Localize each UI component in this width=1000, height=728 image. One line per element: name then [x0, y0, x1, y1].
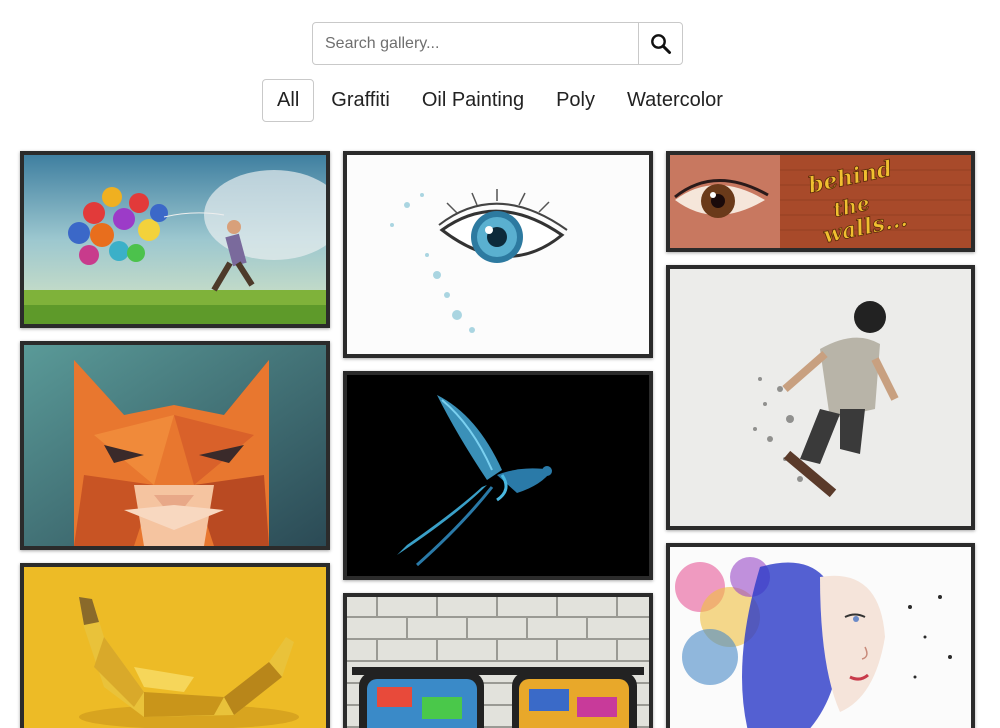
search-bar [312, 22, 683, 65]
filter-poly[interactable]: Poly [541, 79, 610, 122]
search-input[interactable] [313, 23, 638, 64]
gallery-image-skateboarder[interactable] [666, 265, 975, 530]
gallery-image-watercolor-woman[interactable] [666, 543, 975, 728]
gallery-image-poly-banana[interactable] [20, 563, 330, 728]
gallery-image-watercolor-eye[interactable] [343, 151, 653, 358]
filter-all[interactable]: All [262, 79, 315, 122]
gallery-image-poly-cat[interactable] [20, 341, 330, 550]
filter-graffiti[interactable]: Graffiti [316, 79, 405, 122]
filter-oil-painting[interactable]: Oil Painting [406, 79, 540, 122]
gallery-image-balloons[interactable] [20, 151, 330, 328]
filter-bar: All Graffiti Oil Painting Poly Watercolo… [0, 79, 1000, 122]
gallery-image-graffiti-eye[interactable]: behind the walls... [666, 151, 975, 252]
gallery-image-blue-bird[interactable] [343, 371, 653, 580]
search-button[interactable] [638, 23, 682, 64]
gallery-page: All Graffiti Oil Painting Poly Watercolo… [0, 0, 1000, 728]
filter-watercolor[interactable]: Watercolor [612, 79, 738, 122]
search-icon [650, 33, 671, 54]
gallery-image-graffiti-glasses[interactable] [343, 593, 653, 728]
